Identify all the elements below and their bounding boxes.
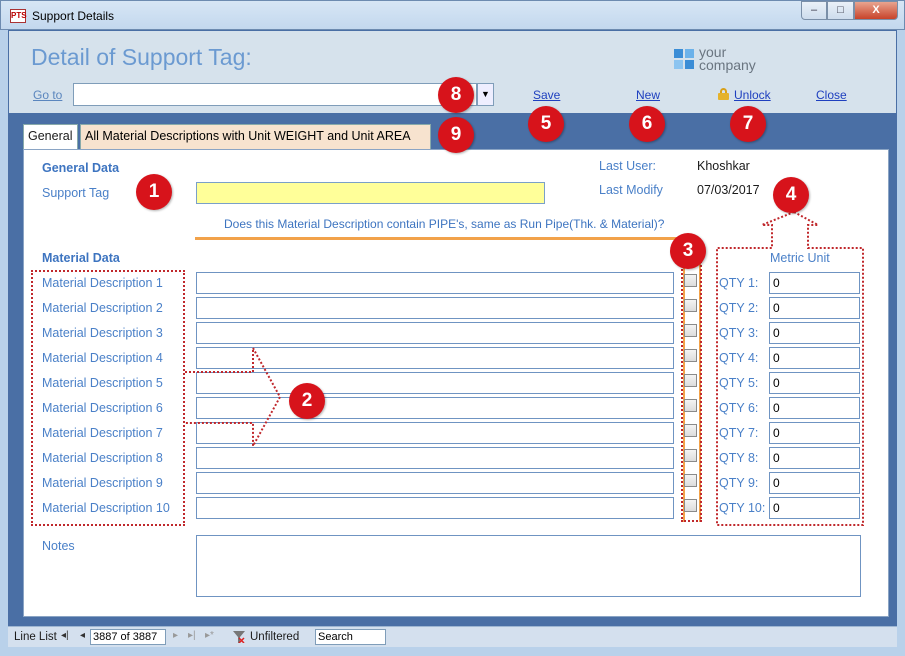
first-record-button[interactable]: ◂| [61, 630, 69, 641]
badge-2: 2 [289, 383, 325, 419]
title-bar: PTS Support Details – □ X [0, 0, 905, 30]
material-desc-input-1[interactable] [196, 272, 674, 294]
badge-1: 1 [136, 174, 172, 210]
next-record-button[interactable]: ▸ [173, 630, 178, 641]
notes-label: Notes [42, 539, 75, 553]
material-desc-input-8[interactable] [196, 447, 674, 469]
pipe-question-label: Does this Material Description contain P… [224, 217, 665, 231]
search-input[interactable]: Search [315, 629, 386, 645]
last-user-value: Khoshkar [697, 159, 750, 173]
notes-textarea[interactable] [196, 535, 861, 597]
goto-combobox[interactable] [73, 83, 477, 106]
unlock-button[interactable]: Unlock [734, 88, 771, 102]
window-controls: – □ X [801, 1, 898, 20]
badge-8: 8 [438, 77, 474, 113]
chevron-down-icon[interactable]: ▼ [477, 83, 494, 106]
close-window-button[interactable]: X [854, 1, 898, 20]
support-tag-input[interactable] [196, 182, 545, 204]
new-record-button[interactable]: ▸* [205, 630, 214, 641]
filter-toggle-button[interactable]: Unfiltered [250, 631, 299, 643]
checkbox-highlight-box [681, 242, 702, 522]
lock-icon [718, 88, 729, 100]
last-modify-value: 07/03/2017 [697, 183, 760, 197]
goto-label: Go to [33, 88, 63, 102]
badge-6: 6 [629, 106, 665, 142]
badge-5: 5 [528, 106, 564, 142]
support-tag-label: Support Tag [42, 186, 110, 200]
material-desc-input-9[interactable] [196, 472, 674, 494]
close-button[interactable]: Close [816, 88, 847, 102]
badge-9: 9 [438, 117, 474, 153]
last-record-button[interactable]: ▸| [188, 630, 196, 641]
logo-icon [674, 49, 694, 69]
new-button[interactable]: New [636, 88, 660, 102]
tab-all-material-descriptions[interactable]: All Material Descriptions with Unit WEIG… [80, 124, 431, 149]
filter-icon [233, 631, 245, 643]
material-desc-input-10[interactable] [196, 497, 674, 519]
badge-7: 7 [730, 106, 766, 142]
qty-highlight-box [716, 211, 864, 526]
logo-text: your company [699, 44, 756, 73]
material-desc-input-3[interactable] [196, 322, 674, 344]
last-user-label: Last User: [599, 159, 656, 173]
last-modify-label: Last Modify [599, 183, 663, 197]
record-navigation-bar: Line List ◂| ◂ 3887 of 3887 ▸ ▸| ▸* Unfi… [8, 626, 897, 647]
tab-general[interactable]: General [23, 124, 78, 150]
prev-record-button[interactable]: ◂ [80, 630, 85, 641]
badge-3: 3 [670, 233, 706, 269]
record-number-input[interactable]: 3887 of 3887 [90, 629, 166, 645]
material-desc-input-2[interactable] [196, 297, 674, 319]
maximize-button[interactable]: □ [827, 1, 854, 20]
orange-divider [195, 237, 685, 240]
labels-highlight-box [31, 270, 185, 526]
arrow-annotation-2 [185, 347, 282, 447]
save-button[interactable]: Save [533, 88, 560, 102]
general-data-heading: General Data [42, 161, 120, 175]
page-title: Detail of Support Tag: [31, 44, 252, 70]
window-title: Support Details [32, 9, 115, 23]
badge-4: 4 [773, 177, 809, 213]
minimize-button[interactable]: – [801, 1, 827, 20]
material-data-heading: Material Data [42, 251, 120, 265]
record-source-label: Line List [14, 631, 57, 643]
app-icon: PTS [10, 9, 27, 23]
